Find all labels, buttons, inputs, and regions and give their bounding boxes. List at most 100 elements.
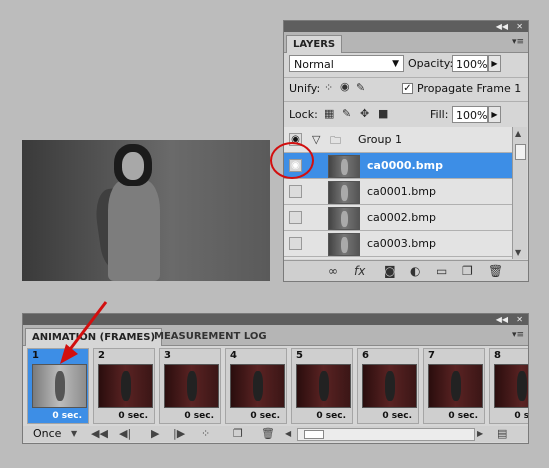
lock-label: Lock: xyxy=(289,108,318,121)
frame-number: 3 xyxy=(164,350,171,361)
frame-delay[interactable]: 0 sec. xyxy=(250,411,280,421)
next-frame-icon[interactable]: |▶ xyxy=(173,427,185,440)
group-folder-icon[interactable]: ▭ xyxy=(436,264,447,278)
convert-timeline-icon[interactable]: ▤ xyxy=(497,427,507,440)
scroll-right-icon[interactable]: ▶ xyxy=(477,429,483,438)
frame-number: 6 xyxy=(362,350,369,361)
unify-style-icon[interactable]: ✎ xyxy=(356,81,365,94)
layers-bottom-toolbar: ∞ fx ◙ ◐ ▭ ❐ 🗑 xyxy=(284,260,528,281)
new-layer-icon[interactable]: ❐ xyxy=(462,264,473,278)
layer-row-group[interactable]: ◉ ▽ 🗀 Group 1 xyxy=(284,127,512,153)
frame-delay[interactable]: 0 sec. xyxy=(118,411,148,421)
frame-item[interactable]: 4 0 sec. xyxy=(225,348,287,424)
frame-thumbnail xyxy=(230,364,285,408)
frame-delay[interactable]: 0 sec. xyxy=(52,411,82,421)
close-icon[interactable]: ✕ xyxy=(516,21,523,32)
canvas-image xyxy=(22,140,270,281)
frame-thumbnail xyxy=(494,364,528,408)
unify-label: Unify: xyxy=(289,82,321,95)
expand-triangle-icon[interactable]: ▽ xyxy=(312,133,320,146)
group-name: Group 1 xyxy=(358,133,402,146)
panel-menu-icon[interactable]: ▾≡ xyxy=(512,37,524,47)
lock-brush-icon[interactable]: ✎ xyxy=(342,107,351,120)
fill-label: Fill: xyxy=(430,108,449,121)
frame-delay[interactable]: 0 sec. xyxy=(382,411,412,421)
arrow-head xyxy=(60,344,78,364)
tween-icon[interactable]: ⁘ xyxy=(201,427,210,440)
opacity-label: Opacity: xyxy=(408,57,454,70)
blend-mode-select[interactable]: Normal ▼ xyxy=(289,55,404,72)
frame-delay[interactable]: 0 sec. xyxy=(184,411,214,421)
chevron-down-icon[interactable]: ▼ xyxy=(71,429,77,438)
scroll-left-icon[interactable]: ◀ xyxy=(285,429,291,438)
trash-icon[interactable]: 🗑 xyxy=(488,264,503,278)
duplicate-frame-icon[interactable]: ❐ xyxy=(233,427,243,440)
layer-row[interactable]: ca0002.bmp xyxy=(284,205,512,231)
frame-item[interactable]: 5 0 sec. xyxy=(291,348,353,424)
scroll-thumb[interactable] xyxy=(304,430,324,439)
layers-scrollbar[interactable]: ▲ ▼ xyxy=(512,127,527,259)
scroll-thumb[interactable] xyxy=(515,144,526,160)
frame-item[interactable]: 7 0 sec. xyxy=(423,348,485,424)
layer-thumbnail xyxy=(328,233,360,256)
frame-delay[interactable]: 0 sec. xyxy=(448,411,478,421)
collapse-icon[interactable]: ◀◀ xyxy=(496,314,508,325)
tab-layers[interactable]: LAYERS xyxy=(286,35,343,53)
prev-frame-icon[interactable]: ◀| xyxy=(119,427,131,440)
frame-delay[interactable]: 0 sec. xyxy=(316,411,346,421)
frame-number: 7 xyxy=(428,350,435,361)
visibility-toggle[interactable] xyxy=(289,185,302,198)
frame-thumbnail xyxy=(164,364,219,408)
frame-item[interactable]: 6 0 sec. xyxy=(357,348,419,424)
scroll-down-icon[interactable]: ▼ xyxy=(515,248,521,257)
layers-tabrow: LAYERS ▾≡ xyxy=(284,32,528,53)
blend-mode-value: Normal xyxy=(294,58,334,71)
first-frame-icon[interactable]: ◀◀ xyxy=(91,427,108,440)
photo-body xyxy=(108,180,160,281)
folder-icon: 🗀 xyxy=(330,134,341,147)
fill-field[interactable]: 100% xyxy=(452,106,488,123)
panel-menu-icon[interactable]: ▾≡ xyxy=(512,330,524,340)
propagate-checkbox[interactable]: ✓ xyxy=(402,83,413,94)
arrow-shaft xyxy=(66,301,108,353)
frames-hscrollbar[interactable] xyxy=(297,428,475,441)
loop-select[interactable]: Once xyxy=(33,427,61,440)
photo-face xyxy=(122,152,144,180)
play-icon[interactable]: ▶ xyxy=(151,427,159,440)
opacity-slider-button[interactable]: ▶ xyxy=(488,55,501,72)
frame-thumbnail xyxy=(362,364,417,408)
visibility-toggle[interactable] xyxy=(289,211,302,224)
unify-position-icon[interactable]: ⁘ xyxy=(324,81,333,94)
trash-icon[interactable]: 🗑 xyxy=(261,427,275,440)
visibility-toggle[interactable] xyxy=(289,237,302,250)
layer-row[interactable]: ca0001.bmp xyxy=(284,179,512,205)
fill-slider-button[interactable]: ▶ xyxy=(488,106,501,123)
animation-controls: Once ▼ ◀◀ ◀| ▶ |▶ ⁘ ❐ 🗑 ◀ ▶ ▤ xyxy=(23,426,528,442)
layer-row[interactable]: ◉ ca0000.bmp xyxy=(284,153,512,179)
frame-delay[interactable]: 0 sec. xyxy=(514,411,528,421)
frame-item[interactable]: 3 0 sec. xyxy=(159,348,221,424)
layer-name: ca0001.bmp xyxy=(367,185,436,198)
frame-number: 1 xyxy=(32,350,39,361)
layer-thumbnail xyxy=(328,155,360,178)
collapse-icon[interactable]: ◀◀ xyxy=(496,21,508,32)
layer-list: ◉ ▽ 🗀 Group 1 ◉ ca0000.bmp ca0001.bmp ca… xyxy=(284,127,512,259)
frame-thumbnail xyxy=(296,364,351,408)
link-icon[interactable]: ∞ xyxy=(328,264,338,278)
layer-row[interactable]: ca0003.bmp xyxy=(284,231,512,257)
scroll-up-icon[interactable]: ▲ xyxy=(515,129,521,138)
lock-transparent-icon[interactable]: ▦ xyxy=(324,107,334,120)
close-icon[interactable]: ✕ xyxy=(516,314,523,325)
tab-measurement-log[interactable]: MEASUREMENT LOG xyxy=(148,328,273,345)
layer-thumbnail xyxy=(328,207,360,230)
unify-visibility-icon[interactable]: ◉ xyxy=(340,80,350,93)
adjustment-icon[interactable]: ◐ xyxy=(410,264,420,278)
frame-item[interactable]: 8 0 sec. xyxy=(489,348,528,424)
annotation-arrow xyxy=(60,301,108,364)
mask-icon[interactable]: ◙ xyxy=(384,264,396,278)
panel-titlebar: ◀◀ ✕ xyxy=(284,21,528,32)
lock-all-icon[interactable]: ■ xyxy=(378,107,388,120)
fx-icon[interactable]: fx xyxy=(354,264,365,278)
opacity-field[interactable]: 100% xyxy=(452,55,488,72)
lock-move-icon[interactable]: ✥ xyxy=(360,107,369,120)
